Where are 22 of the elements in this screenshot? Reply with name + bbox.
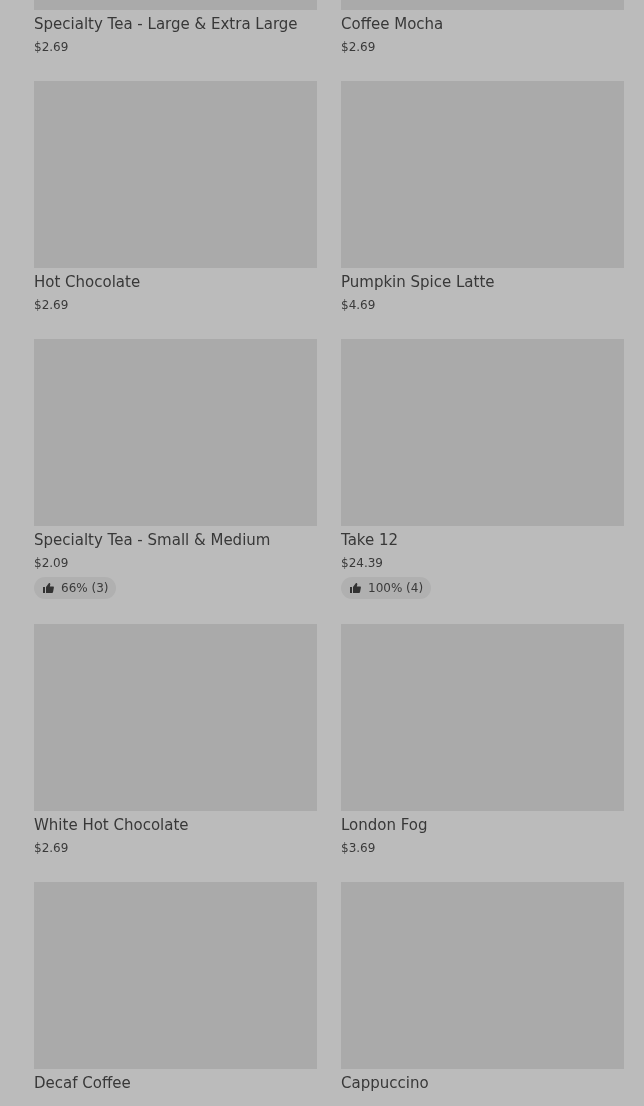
rating-badge: 66% (3) (34, 577, 117, 599)
item-name[interactable]: Decaf Coffee (34, 1073, 131, 1093)
thumbs-up-icon (42, 582, 54, 594)
item-name[interactable]: Cappuccino (341, 1073, 429, 1093)
item-name[interactable]: Coffee Mocha (341, 14, 444, 34)
item-price: $4.69 (341, 297, 376, 314)
item-price: $2.69 (34, 39, 69, 56)
item-name[interactable]: Pumpkin Spice Latte (341, 272, 495, 292)
item-name[interactable]: Specialty Tea - Large & Extra Large (34, 14, 298, 34)
item-price: $2.69 (34, 297, 69, 314)
item-price: $2.69 (34, 840, 69, 857)
item-name[interactable]: Take 12 (341, 530, 399, 550)
item-price: $3.69 (341, 840, 376, 857)
item-price: $2.69 (341, 39, 376, 56)
item-name[interactable]: Hot Chocolate (34, 272, 141, 292)
thumbs-up-icon (349, 582, 361, 594)
item-price: $24.39 (341, 555, 383, 572)
rating-badge: 100% (4) (341, 577, 432, 599)
item-price: $2.09 (34, 555, 69, 572)
item-name[interactable]: Specialty Tea - Small & Medium (34, 530, 271, 550)
item-name[interactable]: White Hot Chocolate (34, 815, 189, 835)
item-name[interactable]: London Fog (341, 815, 428, 835)
